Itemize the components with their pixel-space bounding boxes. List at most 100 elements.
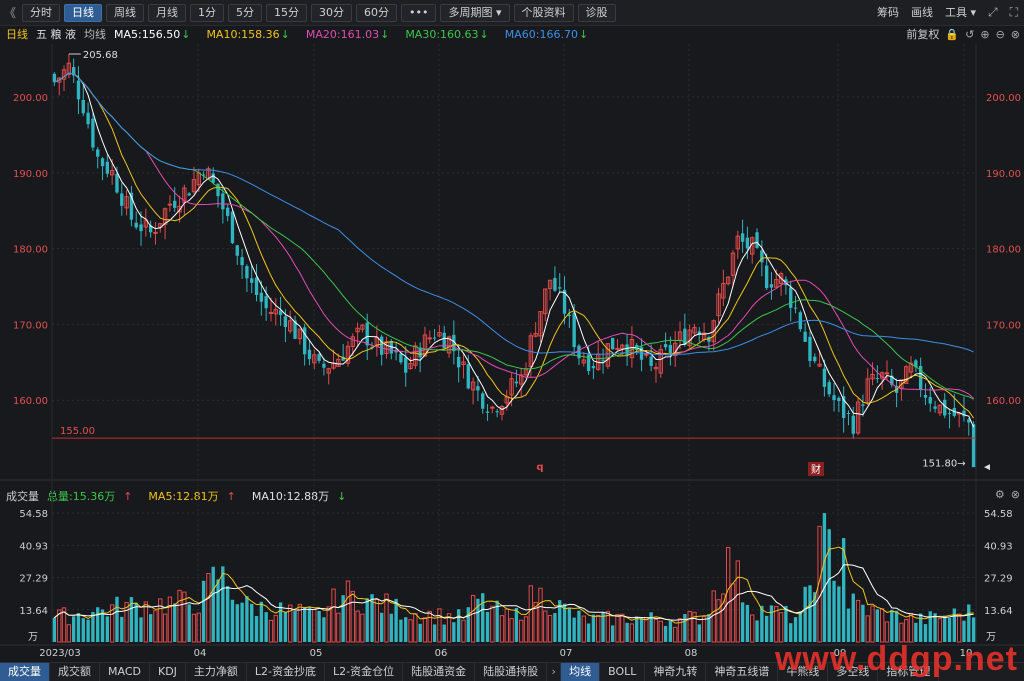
- volume-bar: [543, 610, 548, 643]
- volume-bar: [259, 601, 264, 642]
- volume-bar: [615, 613, 620, 643]
- volume-bar: [808, 585, 812, 642]
- indicator-tab[interactable]: L2-资金抄底: [247, 662, 326, 681]
- candle-body: [933, 406, 937, 409]
- volume-bar: [855, 599, 861, 643]
- candle-body: [668, 344, 673, 354]
- indicator-tab[interactable]: 成交额: [50, 662, 100, 681]
- candle-body: [254, 277, 259, 296]
- volume-bar: [490, 605, 495, 643]
- candle-body: [427, 337, 432, 340]
- ma-line: [54, 72, 974, 399]
- volume-bar: [837, 586, 841, 642]
- volume-bar: [350, 590, 355, 643]
- indicator-tab[interactable]: 陆股通持股: [475, 662, 548, 681]
- volume-unit-left: 万: [28, 632, 38, 643]
- candle-body: [100, 158, 105, 167]
- candle-body: [476, 386, 480, 391]
- volume-bar: [173, 603, 177, 642]
- candle-body: [769, 284, 774, 288]
- indicator-tab[interactable]: 均线: [561, 662, 601, 681]
- indicator-tab[interactable]: 神奇九转: [645, 662, 707, 681]
- x-tick-label: 04: [194, 648, 207, 659]
- volume-bar: [774, 606, 779, 643]
- indicator-tab[interactable]: BOLL: [600, 662, 646, 681]
- indicator-tab[interactable]: MACD: [100, 662, 150, 681]
- volume-bar: [755, 620, 759, 642]
- volume-bar: [971, 617, 976, 642]
- volume-bar: [596, 614, 601, 643]
- volume-bar: [683, 614, 687, 642]
- volume-tick-left: 54.58: [19, 509, 48, 520]
- high-marker-label: 205.68: [83, 50, 118, 61]
- volume-bar: [884, 621, 890, 643]
- volume-bar: [562, 603, 567, 642]
- volume-bar: [865, 615, 870, 643]
- candle-body: [832, 395, 836, 400]
- event-marker: q: [536, 462, 543, 473]
- volume-bar: [528, 585, 534, 643]
- candle-body: [851, 415, 855, 434]
- volume-bar: [379, 612, 384, 642]
- volume-bar: [235, 604, 239, 642]
- candle-body: [740, 233, 745, 242]
- volume-bar: [76, 613, 81, 642]
- ma-line: [54, 72, 974, 400]
- volume-bar: [345, 580, 351, 643]
- candle-body: [456, 356, 461, 368]
- volume-bar: [399, 619, 403, 642]
- indicator-tab[interactable]: 陆股通资金: [403, 662, 476, 681]
- candle-body: [230, 211, 235, 244]
- volume-bar: [326, 606, 331, 643]
- volume-ma-line: [54, 546, 974, 624]
- volume-bar: [148, 614, 153, 642]
- candle-body: [399, 353, 403, 363]
- candle-body: [928, 397, 932, 404]
- volume-bar: [673, 626, 678, 643]
- volume-bar: [413, 613, 418, 643]
- volume-bar: [937, 618, 943, 643]
- candle-body: [813, 356, 817, 362]
- volume-bar: [264, 612, 268, 642]
- candle-body: [317, 354, 321, 361]
- volume-bar: [250, 603, 254, 642]
- candle-body: [625, 344, 629, 356]
- candle-body: [846, 413, 851, 415]
- candle-body: [875, 378, 880, 380]
- volume-bar: [658, 620, 663, 643]
- volume-bar: [302, 606, 307, 642]
- support-line-label: 155.00: [60, 426, 95, 437]
- indicator-tab[interactable]: 神奇五线谱: [706, 662, 779, 681]
- volume-bar: [760, 605, 764, 642]
- volume-bar: [625, 622, 629, 642]
- volume-bar: [620, 613, 625, 643]
- indicator-tab[interactable]: L2-资金仓位: [325, 662, 404, 681]
- indicator-tab[interactable]: ›: [547, 662, 562, 681]
- candle-body: [764, 265, 769, 289]
- volume-bar: [355, 610, 360, 643]
- candle-body: [81, 99, 85, 114]
- kline-chart[interactable]: 200.00 200.00 190.00 190.00 180.00 180.00 170.…: [0, 0, 1024, 662]
- volume-bar: [442, 624, 446, 642]
- indicator-tab[interactable]: 主力净额: [186, 662, 247, 681]
- candle-body: [404, 357, 408, 373]
- volume-bar: [408, 619, 413, 643]
- volume-bar: [639, 617, 644, 642]
- volume-bar: [793, 617, 798, 642]
- price-tick-right: 190.00: [986, 169, 1021, 180]
- volume-bar: [610, 625, 615, 642]
- volume-bar: [745, 604, 750, 642]
- volume-bar: [86, 619, 90, 642]
- volume-bar: [418, 623, 422, 642]
- volume-bar: [254, 616, 259, 642]
- indicator-tab[interactable]: 成交量: [0, 662, 50, 681]
- volume-tick-left: 40.93: [19, 541, 48, 552]
- candle-body: [211, 173, 215, 183]
- candle-body: [798, 312, 803, 330]
- indicator-tab[interactable]: KDJ: [150, 662, 186, 681]
- volume-bar: [456, 609, 461, 642]
- price-tick-left: 170.00: [13, 320, 48, 331]
- volume-bar: [143, 601, 149, 643]
- volume-bar: [725, 547, 731, 643]
- low-marker-label: 151.80→: [922, 458, 965, 469]
